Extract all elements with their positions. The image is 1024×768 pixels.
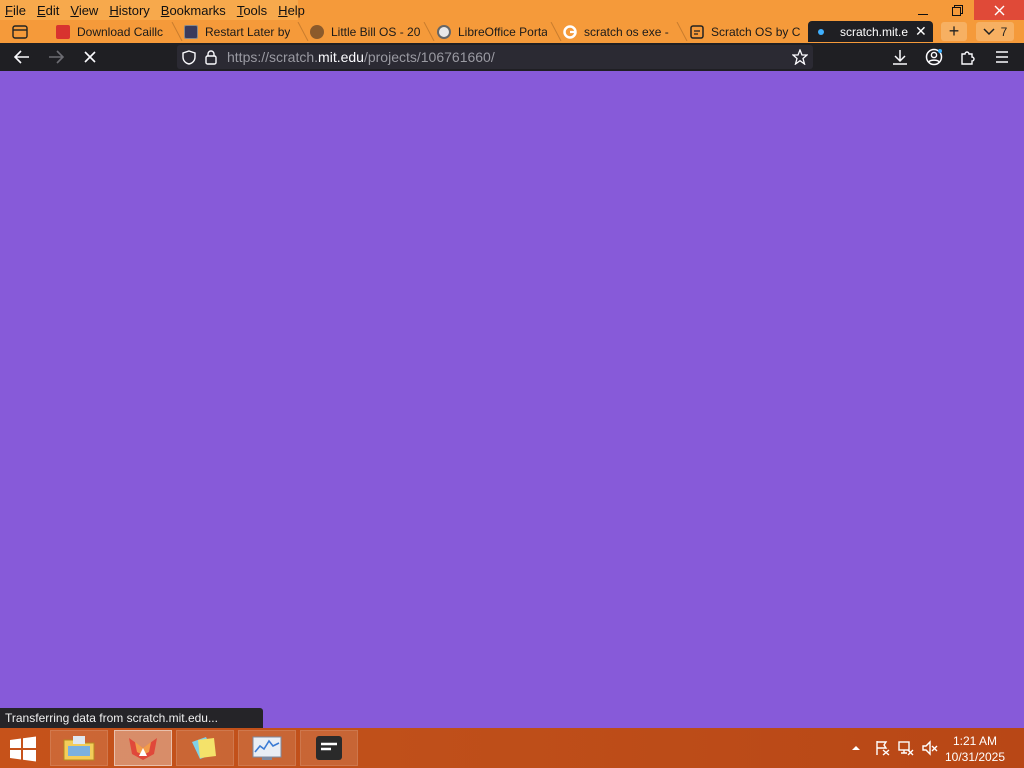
- clock-time: 1:21 AM: [952, 734, 998, 748]
- tab-download[interactable]: Download Caillc: [56, 21, 168, 42]
- menu-edit[interactable]: Edit: [37, 3, 59, 18]
- tab-separator: [297, 22, 309, 41]
- folder-icon: [63, 736, 95, 761]
- chevron-down-icon: [983, 27, 995, 35]
- firefox-view-icon: [12, 24, 28, 39]
- globe-favicon-icon: [437, 24, 451, 39]
- tab-separator: [171, 22, 183, 41]
- terminal-app-icon: [316, 736, 342, 760]
- tab-scratch-active[interactable]: scratch.mit.e ✕: [808, 21, 933, 42]
- url-prefix: https://scratch.: [227, 49, 319, 65]
- tab-label: scratch os exe -: [584, 24, 669, 39]
- new-tab-button[interactable]: +: [941, 21, 967, 41]
- taskbar: 1:21 AM 10/31/2025: [0, 728, 1024, 768]
- volume-muted-icon[interactable]: [922, 740, 938, 756]
- puzzle-icon: [961, 51, 975, 65]
- close-tab-icon[interactable]: ✕: [915, 23, 927, 40]
- close-window-button[interactable]: [974, 0, 1024, 20]
- tab-libreoffice[interactable]: LibreOffice Porta: [437, 21, 547, 42]
- stop-button[interactable]: [78, 47, 102, 67]
- start-button[interactable]: [8, 736, 38, 762]
- sticky-notes-icon: [192, 737, 216, 759]
- tab-strip: Download Caillc Restart Later by Little …: [0, 20, 1024, 43]
- action-center-flag-icon[interactable]: [874, 740, 890, 756]
- taskbar-file-explorer[interactable]: [50, 730, 108, 766]
- shield-icon[interactable]: [182, 50, 196, 65]
- tab-list-button[interactable]: [6, 22, 34, 41]
- plus-icon: +: [948, 21, 960, 41]
- menu-view[interactable]: View: [70, 3, 98, 18]
- resource-monitor-icon: [252, 736, 282, 760]
- menu-bookmarks[interactable]: Bookmarks: [161, 3, 226, 18]
- tab-separator: [423, 22, 435, 41]
- url-domain: mit.edu: [318, 49, 364, 65]
- taskbar-terminal-app[interactable]: [300, 730, 358, 766]
- url-text[interactable]: https://scratch.mit.edu/projects/1067616…: [227, 49, 495, 65]
- clock-date: 10/31/2025: [944, 750, 1006, 764]
- restore-icon: [951, 4, 963, 16]
- tab-label: Restart Later by: [205, 24, 291, 39]
- bookmark-star-icon[interactable]: [792, 49, 808, 65]
- tab-label: Download Caillc: [77, 24, 164, 39]
- menu-help[interactable]: Help: [278, 3, 305, 18]
- menu-tools[interactable]: Tools: [237, 3, 267, 18]
- loading-dot-icon: [818, 28, 824, 35]
- menu-items: File Edit View History Bookmarks Tools H…: [0, 0, 305, 20]
- forward-button[interactable]: [44, 47, 68, 67]
- red-favicon-icon: [56, 24, 70, 39]
- tab-google-search[interactable]: scratch os exe -: [563, 21, 673, 42]
- window-controls: [906, 0, 1024, 20]
- tab-label: scratch.mit.e: [840, 24, 909, 39]
- minimize-button[interactable]: [906, 0, 940, 20]
- tab-label: LibreOffice Porta: [458, 24, 547, 39]
- restore-button[interactable]: [940, 0, 974, 20]
- system-tray: [850, 728, 938, 768]
- windows-logo-icon: [10, 736, 36, 762]
- account-icon: [925, 48, 943, 66]
- nav-bar: https://scratch.mit.edu/projects/1067616…: [0, 43, 1024, 71]
- firefox-developer-icon: [129, 738, 157, 760]
- tab-separator: [676, 22, 688, 41]
- network-icon[interactable]: [898, 740, 914, 756]
- chevron-up-icon[interactable]: [850, 743, 862, 753]
- app-menu-button[interactable]: [990, 47, 1014, 67]
- download-icon: [893, 50, 907, 65]
- clock[interactable]: 1:21 AM 10/31/2025: [940, 733, 1010, 765]
- close-icon: [994, 5, 1004, 15]
- tab-separator: [550, 22, 562, 41]
- back-arrow-icon: [14, 50, 29, 64]
- menu-file[interactable]: File: [5, 3, 26, 18]
- lock-icon[interactable]: [205, 50, 217, 65]
- taskbar-firefox-developer[interactable]: [114, 730, 172, 766]
- taskbar-resource-monitor[interactable]: [238, 730, 296, 766]
- tab-label: Scratch OS by C: [711, 24, 800, 39]
- monitor-favicon-icon: [184, 24, 198, 39]
- character-favicon-icon: [310, 24, 324, 39]
- stop-x-icon: [84, 51, 96, 63]
- back-button[interactable]: [10, 47, 34, 67]
- menu-history[interactable]: History: [109, 3, 149, 18]
- extensions-button[interactable]: [956, 47, 980, 67]
- tab-restart-later[interactable]: Restart Later by: [184, 21, 294, 42]
- google-favicon-icon: [563, 24, 577, 39]
- downloads-button[interactable]: [888, 47, 912, 67]
- tab-label: Little Bill OS - 20: [331, 24, 420, 39]
- url-bar[interactable]: https://scratch.mit.edu/projects/1067616…: [177, 45, 813, 69]
- menu-bar: File Edit View History Bookmarks Tools H…: [0, 0, 1024, 20]
- scratch-favicon-icon: [690, 24, 704, 39]
- page-content[interactable]: [0, 71, 1024, 728]
- forward-arrow-icon: [49, 50, 64, 64]
- hamburger-menu-icon: [996, 51, 1008, 63]
- account-button[interactable]: [922, 47, 946, 67]
- tab-overflow-button[interactable]: 7: [976, 22, 1014, 41]
- url-path: /projects/106761660/: [363, 49, 495, 65]
- taskbar-sticky-notes[interactable]: [176, 730, 234, 766]
- tab-scratch-os[interactable]: Scratch OS by C: [690, 21, 800, 42]
- tab-count: 7: [1000, 24, 1008, 39]
- status-text: Transferring data from scratch.mit.edu..…: [0, 708, 263, 728]
- tab-little-bill[interactable]: Little Bill OS - 20: [310, 21, 420, 42]
- minimize-icon: [918, 13, 928, 15]
